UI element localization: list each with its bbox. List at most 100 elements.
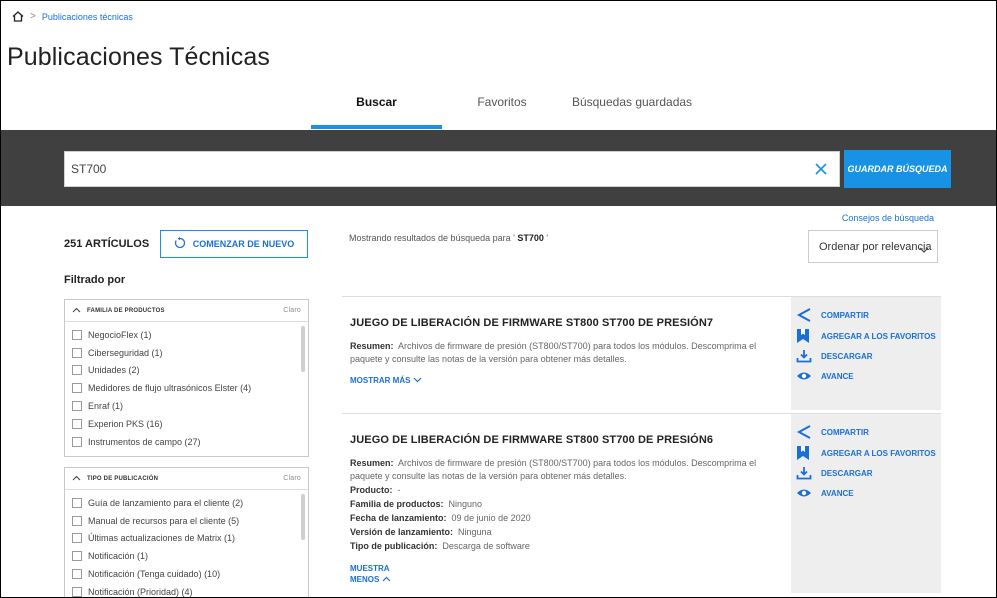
checkbox[interactable] — [72, 383, 82, 394]
scrollbar[interactable] — [301, 494, 305, 540]
summary-label: Resumen: — [350, 341, 394, 351]
tab-saved-searches[interactable]: Búsquedas guardadas — [562, 92, 702, 129]
result-title[interactable]: JUEGO DE LIBERACIÓN DE FIRMWARE ST800 ST… — [350, 434, 713, 446]
show-less-link[interactable]: MENOS — [350, 575, 391, 584]
option-label: Guía de lanzamiento para el cliente (2) — [88, 497, 244, 508]
save-search-button[interactable]: GUARDAR BÚSQUEDA — [844, 150, 951, 188]
checkbox[interactable] — [72, 365, 82, 376]
checkbox[interactable] — [72, 329, 82, 340]
facet-option[interactable]: Últimas actualizaciones de Matrix (1) — [72, 530, 308, 548]
page-title: Publicaciones Técnicas — [7, 43, 270, 71]
checkbox[interactable] — [72, 401, 82, 412]
checkbox[interactable] — [72, 436, 82, 447]
download-icon — [796, 466, 816, 480]
option-label: NegocioFlex (1) — [88, 329, 152, 340]
bookmark-icon — [796, 445, 816, 461]
tab-favorites[interactable]: Favoritos — [442, 92, 562, 129]
showing-term: ST700 — [517, 233, 544, 243]
download-action[interactable]: DESCARGAR — [796, 466, 873, 480]
detail-product: Producto: - — [350, 485, 401, 495]
facet-option[interactable]: Notificación (1) — [72, 547, 308, 565]
detail-publication-type: Tipo de publicación: Descarga de softwar… — [350, 541, 530, 551]
summary-label: Resumen: — [350, 458, 394, 468]
option-label: Unidades (2) — [88, 365, 140, 376]
share-action[interactable]: COMPARTIR — [796, 424, 869, 440]
detail-value: Descarga de software — [442, 541, 530, 551]
result-summary: Resumen: Archivos de firmware de presión… — [350, 340, 780, 366]
facet-title: FAMILIA DE PRODUCTOS — [87, 307, 165, 314]
facet-option[interactable]: Notificación (Tenga cuidado) (10) — [72, 565, 308, 583]
facet-option[interactable]: Instrumentos de campo (27) — [72, 433, 308, 451]
detail-release-date: Fecha de lanzamiento: 09 de junio de 202… — [350, 513, 531, 523]
detail-label: Fecha de lanzamiento: — [350, 513, 447, 523]
checkbox[interactable] — [72, 515, 82, 526]
option-label: Manual de recursos para el cliente (5) — [88, 515, 240, 526]
result-title[interactable]: JUEGO DE LIBERACIÓN DE FIRMWARE ST800 ST… — [350, 317, 713, 329]
tab-search[interactable]: Buscar — [311, 92, 442, 129]
facet-option[interactable]: Unidades (2) — [72, 362, 308, 380]
facet-options: Guía de lanzamiento para el cliente (2) … — [65, 490, 308, 597]
facet-option[interactable]: Notificación (Prioridad) (4) — [72, 583, 308, 597]
facet-header[interactable]: FAMILIA DE PRODUCTOS Claro — [65, 300, 308, 322]
download-label: DESCARGAR — [821, 468, 873, 478]
facet-option[interactable]: NegocioFlex (1) — [72, 326, 308, 344]
facet-header[interactable]: TIPO DE PUBLICACIÓN Claro — [65, 468, 308, 490]
chevron-up-icon — [72, 475, 81, 483]
option-label: Notificación (Tenga cuidado) (10) — [88, 569, 221, 580]
chevron-down-icon — [413, 377, 422, 383]
summary-text: Archivos de firmware de presión (ST800/S… — [350, 458, 757, 481]
option-label: Notificación (Prioridad) (4) — [88, 586, 193, 597]
share-action[interactable]: COMPARTIR — [796, 307, 869, 323]
facet-product-family: FAMILIA DE PRODUCTOS Claro NegocioFlex (… — [64, 299, 309, 457]
share-icon — [796, 424, 816, 440]
preview-action[interactable]: AVANCE — [796, 488, 854, 498]
sort-dropdown[interactable]: Ordenar por relevancia — [808, 230, 938, 263]
checkbox[interactable] — [72, 533, 82, 544]
facet-clear-link[interactable]: Claro — [283, 475, 301, 482]
checkbox[interactable] — [72, 586, 82, 597]
show-more-label: MOSTRAR MÁS — [350, 376, 411, 385]
option-label: Últimas actualizaciones de Matrix (1) — [88, 533, 236, 544]
facet-option[interactable]: Medidores de flujo ultrasónicos Elster (… — [72, 379, 308, 397]
detail-label: Tipo de publicación: — [350, 541, 438, 551]
facet-clear-link[interactable]: Claro — [283, 307, 301, 314]
search-tips-link[interactable]: Consejos de búsqueda — [842, 213, 934, 223]
detail-value: 09 de junio de 2020 — [451, 513, 531, 523]
result-actions: COMPARTIR AGREGAR A LOS FAVORITOS DESCAR… — [791, 297, 941, 410]
restart-label: COMENZAR DE NUEVO — [192, 239, 295, 249]
scrollbar[interactable] — [301, 326, 305, 372]
detail-value: - — [397, 485, 401, 495]
facet-option[interactable]: Enraf (1) — [72, 397, 308, 415]
chevron-up-icon — [382, 576, 391, 582]
favorite-action[interactable]: AGREGAR A LOS FAVORITOS — [796, 328, 936, 344]
checkbox[interactable] — [72, 569, 82, 580]
showing-results-text: Mostrando resultados de búsqueda para ' … — [349, 233, 548, 243]
download-action[interactable]: DESCARGAR — [796, 349, 873, 363]
show-link[interactable]: MUESTRA — [350, 564, 390, 573]
checkbox[interactable] — [72, 418, 82, 429]
showing-suffix: ' — [543, 233, 549, 243]
facet-title: TIPO DE PUBLICACIÓN — [87, 475, 159, 482]
option-label: Enraf (1) — [88, 401, 124, 412]
search-input[interactable] — [71, 152, 801, 186]
favorite-label: AGREGAR A LOS FAVORITOS — [821, 331, 936, 341]
home-icon[interactable] — [12, 11, 24, 22]
checkbox[interactable] — [72, 497, 82, 508]
result-card: JUEGO DE LIBERACIÓN DE FIRMWARE ST800 ST… — [342, 296, 941, 410]
detail-label: Familia de productos: — [350, 499, 444, 509]
preview-action[interactable]: AVANCE — [796, 371, 854, 381]
clear-search-icon[interactable] — [813, 161, 829, 177]
share-icon — [796, 307, 816, 323]
facet-option[interactable]: Guía de lanzamiento para el cliente (2) — [72, 494, 308, 512]
facet-option[interactable]: Ciberseguridad (1) — [72, 344, 308, 362]
restart-button[interactable]: COMENZAR DE NUEVO — [160, 230, 308, 258]
facet-option[interactable]: Experion PKS (16) — [72, 415, 308, 433]
breadcrumb-current[interactable]: Publicaciones técnicas — [42, 12, 133, 22]
show-more-link[interactable]: MOSTRAR MÁS — [350, 376, 422, 385]
checkbox[interactable] — [72, 551, 82, 562]
show-less-label: MENOS — [350, 575, 380, 584]
checkbox[interactable] — [72, 347, 82, 358]
chevron-down-icon — [919, 244, 929, 256]
favorite-action[interactable]: AGREGAR A LOS FAVORITOS — [796, 445, 936, 461]
facet-option[interactable]: Manual de recursos para el cliente (5) — [72, 512, 308, 530]
